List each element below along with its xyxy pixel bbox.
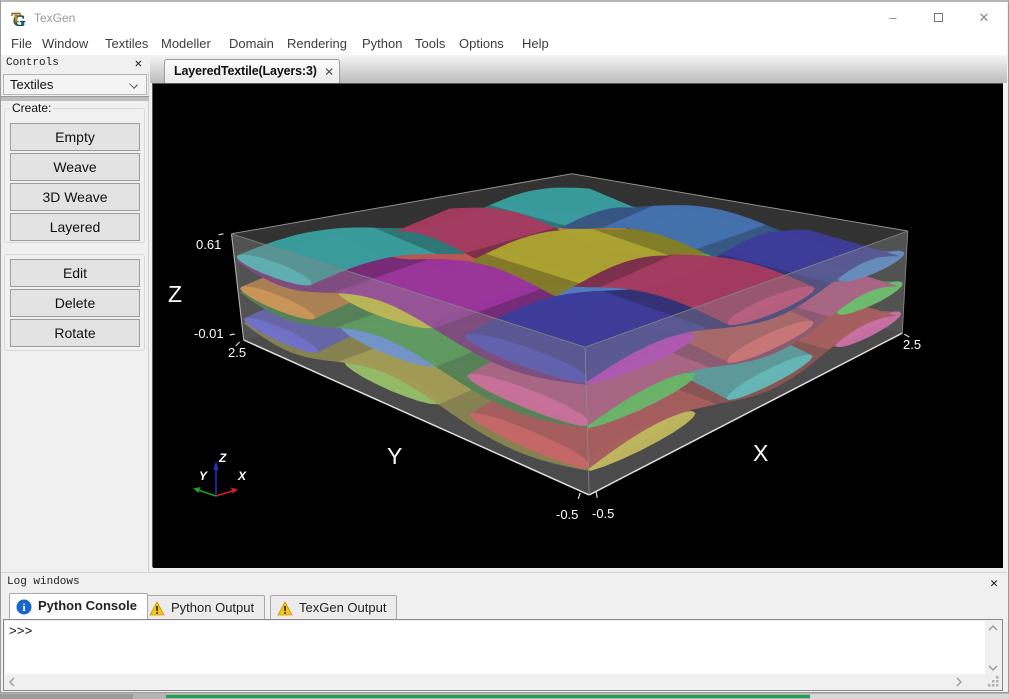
svg-text:0.61: 0.61 [196, 237, 221, 252]
svg-text:X: X [237, 469, 247, 483]
svg-text:X: X [753, 440, 768, 466]
svg-text:T: T [12, 10, 21, 25]
svg-text:Y: Y [199, 469, 208, 483]
svg-text:i: i [22, 602, 25, 614]
svg-text:2.5: 2.5 [903, 337, 921, 352]
svg-text:2.5: 2.5 [228, 345, 246, 360]
svg-text:Y: Y [387, 443, 402, 469]
svg-text:-0.5: -0.5 [556, 507, 578, 522]
svg-text:-0.5: -0.5 [592, 506, 614, 521]
svg-text:-0.01: -0.01 [194, 326, 224, 341]
svg-text:Z: Z [168, 281, 182, 307]
svg-text:Z: Z [218, 451, 227, 465]
